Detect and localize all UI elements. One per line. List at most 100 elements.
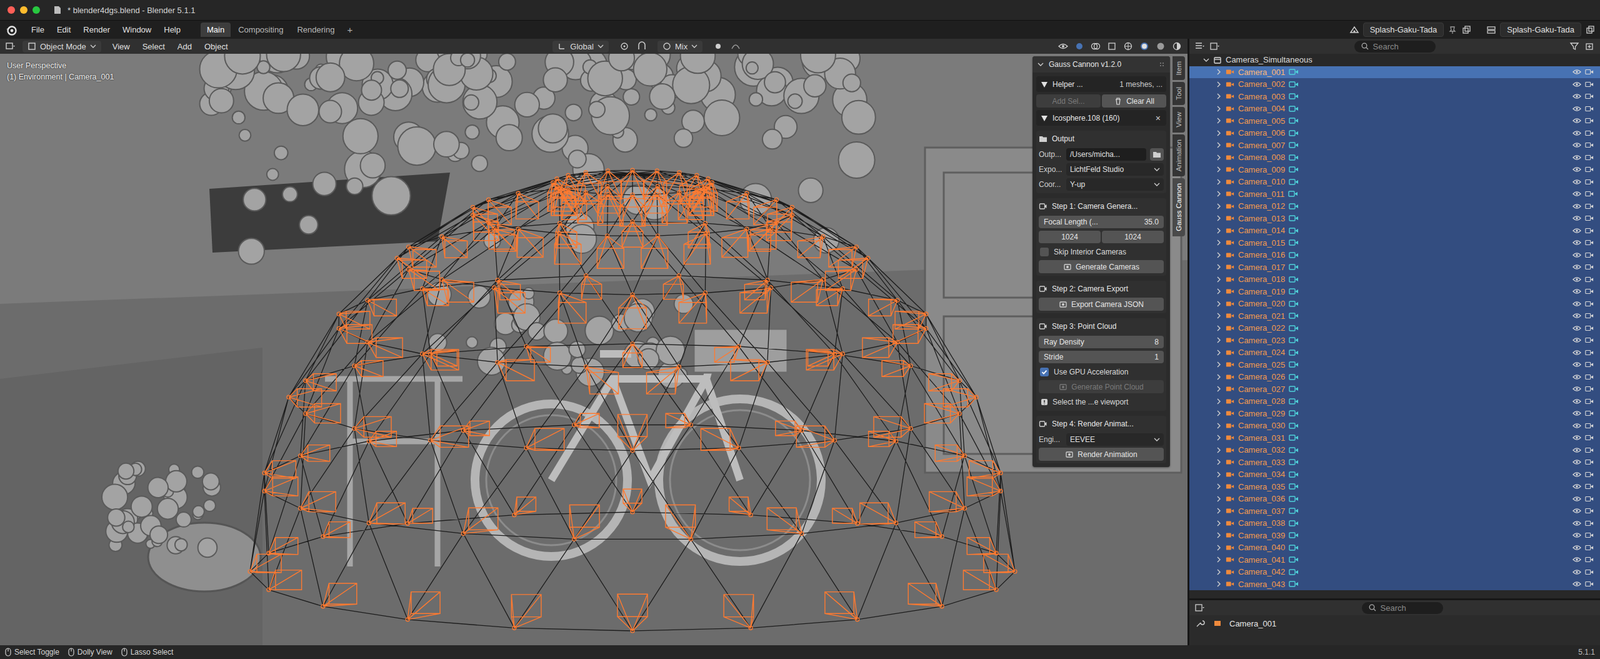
render-camera-icon[interactable] xyxy=(1585,201,1594,211)
sidebar-tab[interactable]: Tool xyxy=(1172,81,1185,105)
eye-open-icon[interactable] xyxy=(1572,567,1582,577)
collapsed-arrow-icon[interactable] xyxy=(1215,154,1222,161)
outliner-row[interactable]: Camera_012 xyxy=(1189,200,1600,213)
outliner-row[interactable]: Camera_009 xyxy=(1189,163,1600,177)
collapsed-arrow-icon[interactable] xyxy=(1215,215,1222,222)
outliner-row[interactable]: Camera_010 xyxy=(1189,175,1600,189)
collapsed-arrow-icon[interactable] xyxy=(1215,312,1222,319)
checkbox-row[interactable]: Use GPU Acceleration xyxy=(1038,365,1164,379)
outliner-row[interactable]: Camera_003 xyxy=(1189,90,1600,104)
render-camera-icon[interactable] xyxy=(1585,116,1594,125)
render-camera-icon[interactable] xyxy=(1585,165,1594,174)
outliner-row[interactable]: Camera_029 xyxy=(1189,407,1600,420)
render-camera-icon[interactable] xyxy=(1585,213,1594,223)
camera-data-icon[interactable] xyxy=(1288,311,1299,320)
outliner-row[interactable]: Camera_039 xyxy=(1189,529,1600,542)
editor-type-icon[interactable] xyxy=(1194,41,1206,52)
curve-icon[interactable] xyxy=(730,41,742,52)
collapsed-arrow-icon[interactable] xyxy=(1215,227,1222,234)
collapsed-arrow-icon[interactable] xyxy=(1215,580,1222,587)
eye-open-icon[interactable] xyxy=(1572,262,1582,272)
collapsed-arrow-icon[interactable] xyxy=(1215,81,1222,88)
eye-open-icon[interactable] xyxy=(1572,384,1582,394)
collapsed-arrow-icon[interactable] xyxy=(1215,458,1222,465)
camera-data-icon[interactable] xyxy=(1288,275,1299,284)
overlay-icon[interactable] xyxy=(1090,41,1102,52)
orientation-dropdown[interactable]: Global xyxy=(552,40,609,53)
render-camera-icon[interactable] xyxy=(1585,579,1594,589)
eye-open-icon[interactable] xyxy=(1572,116,1582,125)
number-field[interactable]: Ray Density8 xyxy=(1038,335,1164,349)
dropdown-field[interactable]: Y-up xyxy=(1066,178,1164,191)
outliner-search[interactable]: Search xyxy=(1354,40,1436,53)
outliner-row[interactable]: Camera_015 xyxy=(1189,236,1600,250)
zoom-button[interactable] xyxy=(32,6,40,14)
add-workspace-button[interactable]: + xyxy=(341,23,358,37)
eye-open-icon[interactable] xyxy=(1572,104,1582,114)
render-camera-icon[interactable] xyxy=(1585,128,1594,138)
eye-open-icon[interactable] xyxy=(1572,299,1582,309)
blender-logo-icon[interactable] xyxy=(5,23,18,37)
camera-data-icon[interactable] xyxy=(1288,481,1299,491)
camera-data-icon[interactable] xyxy=(1288,140,1299,150)
mesh-item[interactable]: Icosphere.108 (160) × xyxy=(1036,110,1167,126)
menu-item[interactable]: File xyxy=(26,23,50,37)
eye-open-icon[interactable] xyxy=(1572,91,1582,101)
action-button[interactable]: Render Animation xyxy=(1038,447,1164,461)
checkbox[interactable] xyxy=(1040,367,1049,377)
render-camera-icon[interactable] xyxy=(1585,506,1594,515)
collapsed-arrow-icon[interactable] xyxy=(1215,203,1222,210)
duplicate-icon[interactable] xyxy=(1461,25,1472,35)
render-camera-icon[interactable] xyxy=(1585,80,1594,89)
proportional-edit-icon[interactable] xyxy=(712,41,724,52)
camera-data-icon[interactable] xyxy=(1288,335,1299,345)
outliner-row[interactable]: Camera_014 xyxy=(1189,224,1600,237)
eye-open-icon[interactable] xyxy=(1572,555,1582,564)
render-camera-icon[interactable] xyxy=(1585,421,1594,430)
pivot-icon[interactable] xyxy=(618,41,630,52)
eye-open-icon[interactable] xyxy=(1572,189,1582,199)
scene-icon[interactable] xyxy=(1349,25,1360,35)
eye-open-icon[interactable] xyxy=(1572,445,1582,455)
render-camera-icon[interactable] xyxy=(1585,189,1594,199)
outliner-row[interactable]: Camera_038 xyxy=(1189,516,1600,530)
collapsed-arrow-icon[interactable] xyxy=(1215,276,1222,283)
render-camera-icon[interactable] xyxy=(1585,311,1594,320)
eye-open-icon[interactable] xyxy=(1572,80,1582,89)
viewport-menu-item[interactable]: Add xyxy=(172,40,197,54)
sidebar-tab[interactable]: Item xyxy=(1172,56,1185,80)
outliner-row[interactable]: Camera_001 xyxy=(1189,66,1600,79)
render-camera-icon[interactable] xyxy=(1585,238,1594,247)
collapsed-arrow-icon[interactable] xyxy=(1215,105,1222,112)
outliner-row[interactable]: Camera_024 xyxy=(1189,346,1600,359)
sidebar-tab[interactable]: Gauss Cannon xyxy=(1172,178,1185,237)
addon-panel-header[interactable]: Gauss Cannon v1.2.0 xyxy=(1032,56,1170,73)
collapsed-arrow-icon[interactable] xyxy=(1215,398,1222,405)
outliner-row[interactable]: Camera_032 xyxy=(1189,443,1600,457)
step-header[interactable]: Step 3: Point Cloud xyxy=(1038,319,1164,334)
collapsed-arrow-icon[interactable] xyxy=(1215,410,1222,417)
dropdown-field[interactable]: EEVEE xyxy=(1066,433,1164,446)
collapsed-arrow-icon[interactable] xyxy=(1215,190,1222,197)
outliner-row[interactable]: Camera_021 xyxy=(1189,310,1600,323)
eye-open-icon[interactable] xyxy=(1572,201,1582,211)
outliner-row[interactable]: Camera_040 xyxy=(1189,541,1600,554)
pin-icon[interactable] xyxy=(1447,25,1458,35)
visibility-icon[interactable] xyxy=(1057,41,1069,52)
eye-open-icon[interactable] xyxy=(1572,311,1582,320)
workspace-tab[interactable]: Rendering xyxy=(290,22,341,37)
menu-item[interactable]: Help xyxy=(158,23,186,37)
eye-open-icon[interactable] xyxy=(1572,140,1582,150)
eye-open-icon[interactable] xyxy=(1572,153,1582,162)
properties-search[interactable]: Search xyxy=(1361,601,1444,614)
remove-mesh-button[interactable]: × xyxy=(1153,113,1163,124)
eye-open-icon[interactable] xyxy=(1572,335,1582,345)
outliner-row[interactable]: Camera_025 xyxy=(1189,358,1600,372)
snap-icon[interactable] xyxy=(636,41,648,52)
eye-open-icon[interactable] xyxy=(1572,530,1582,540)
outliner-row[interactable]: Camera_006 xyxy=(1189,126,1600,140)
helper-row[interactable]: Helper ... 1 meshes, ... xyxy=(1036,76,1167,92)
outliner-row[interactable]: Camera_036 xyxy=(1189,492,1600,505)
outliner-row[interactable]: Camera_028 xyxy=(1189,395,1600,408)
outliner-row[interactable]: Camera_016 xyxy=(1189,248,1600,262)
